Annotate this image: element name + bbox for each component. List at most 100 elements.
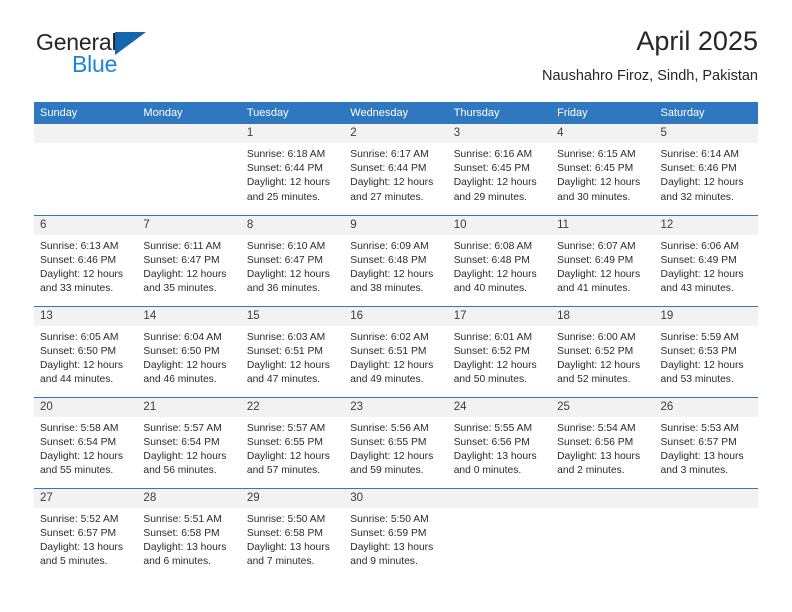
calendar-day-cell[interactable]: 4 Sunrise: 6:15 AM Sunset: 6:45 PM Daylight…	[551, 124, 655, 215]
day-number: 12	[654, 215, 758, 235]
calendar-day-cell[interactable]: 29 Sunrise: 5:50 AM Sunset: 6:58 PM Dayligh…	[240, 487, 345, 579]
sunrise-text: Sunrise: 5:58 AM	[40, 422, 119, 434]
day-number: 5	[654, 124, 758, 143]
page-title: April 2025	[636, 26, 758, 56]
sunset-text: Sunset: 6:54 PM	[40, 436, 117, 448]
day-number	[551, 488, 655, 508]
calendar-day-cell[interactable]: 12 Sunrise: 6:06 AM Sunset: 6:49 PM Dayligh…	[654, 214, 758, 306]
general-blue-logo[interactable]: General Blue	[36, 30, 226, 84]
calendar-week-row: 20 Sunrise: 5:58 AM Sunset: 6:54 PM Dayligh…	[34, 396, 758, 488]
calendar-day-cell[interactable]: 10 Sunrise: 6:08 AM Sunset: 6:48 PM Dayligh…	[447, 214, 552, 306]
sunrise-text: Sunrise: 5:57 AM	[143, 422, 222, 434]
calendar-day-cell[interactable]: 28 Sunrise: 5:51 AM Sunset: 6:58 PM Dayligh…	[137, 487, 241, 579]
calendar-day-cell[interactable]: 27 Sunrise: 5:52 AM Sunset: 6:57 PM Dayligh…	[34, 487, 138, 580]
sunset-text: Sunset: 6:51 PM	[246, 345, 323, 357]
sunset-text: Sunset: 6:48 PM	[453, 254, 530, 266]
day-cell-content: 7 Sunrise: 6:11 AM Sunset: 6:47 PM Daylight…	[137, 215, 241, 306]
day-number: 30	[344, 488, 448, 508]
calendar-day-cell[interactable]: 5 Sunrise: 6:14 AM Sunset: 6:46 PM Daylight…	[654, 124, 758, 215]
day-cell-content: 6 Sunrise: 6:13 AM Sunset: 6:46 PM Daylight…	[34, 215, 138, 306]
calendar-day-cell[interactable]: 17 Sunrise: 6:01 AM Sunset: 6:52 PM Dayligh…	[447, 305, 552, 397]
sunrise-text: Sunrise: 5:53 AM	[660, 422, 739, 434]
calendar-day-cell[interactable]: 21 Sunrise: 5:57 AM Sunset: 6:54 PM Dayligh…	[137, 396, 241, 488]
day-cell-content: 1 Sunrise: 6:18 AM Sunset: 6:44 PM Daylight…	[240, 124, 345, 215]
calendar-day-cell[interactable]: 16 Sunrise: 6:02 AM Sunset: 6:51 PM Dayligh…	[344, 305, 448, 397]
sunset-text: Sunset: 6:56 PM	[557, 436, 634, 448]
sunset-text: Sunset: 6:46 PM	[660, 163, 737, 175]
calendar-day-cell[interactable]: 26 Sunrise: 5:53 AM Sunset: 6:57 PM Dayligh…	[654, 396, 758, 488]
calendar-day-cell[interactable]: 19 Sunrise: 5:59 AM Sunset: 6:53 PM Dayligh…	[654, 305, 758, 397]
day-cell-content: 30 Sunrise: 5:50 AM Sunset: 6:59 PM Dayligh…	[344, 488, 448, 580]
day-sun-info: Sunrise: 6:13 AM Sunset: 6:46 PM Daylight:…	[34, 235, 137, 297]
sunrise-text: Sunrise: 6:17 AM	[350, 149, 429, 160]
sunrise-text: Sunrise: 6:16 AM	[453, 149, 533, 160]
daylight-text: Daylight: 13 hours and 3 minutes.	[660, 450, 744, 477]
day-cell-content: 20 Sunrise: 5:58 AM Sunset: 6:54 PM Dayligh…	[34, 397, 138, 488]
calendar-day-cell[interactable]: 25 Sunrise: 5:54 AM Sunset: 6:56 PM Dayligh…	[551, 396, 655, 488]
day-cell-content: 3 Sunrise: 6:16 AM Sunset: 6:45 PM Daylight…	[447, 124, 552, 215]
calendar-day-cell[interactable]: 18 Sunrise: 6:00 AM Sunset: 6:52 PM Dayligh…	[551, 305, 655, 397]
day-sun-info: Sunrise: 6:15 AM Sunset: 6:45 PM Daylight:…	[551, 143, 654, 205]
day-number: 1	[240, 124, 345, 143]
calendar-day-cell[interactable]: 7 Sunrise: 6:11 AM Sunset: 6:47 PM Daylight…	[137, 214, 241, 306]
triangle-icon	[115, 32, 147, 55]
daylight-text: Daylight: 12 hours and 56 minutes.	[143, 450, 227, 477]
calendar-empty-cell	[34, 124, 138, 215]
day-number: 17	[447, 306, 552, 326]
day-sun-info: Sunrise: 5:53 AM Sunset: 6:57 PM Daylight:…	[655, 417, 758, 479]
calendar-day-cell[interactable]: 15 Sunrise: 6:03 AM Sunset: 6:51 PM Dayligh…	[240, 305, 345, 397]
calendar-week-row: 6 Sunrise: 6:13 AM Sunset: 6:46 PM Daylight…	[34, 214, 758, 306]
calendar-day-cell[interactable]: 6 Sunrise: 6:13 AM Sunset: 6:46 PM Daylight…	[34, 214, 138, 306]
calendar-week-row: 13 Sunrise: 6:05 AM Sunset: 6:50 PM Dayligh…	[34, 305, 758, 397]
weekday-header-tuesday: Tuesday	[240, 102, 345, 124]
calendar-day-cell[interactable]: 30 Sunrise: 5:50 AM Sunset: 6:59 PM Dayligh…	[344, 487, 448, 580]
day-number: 2	[344, 124, 448, 143]
day-sun-info: Sunrise: 6:04 AM Sunset: 6:50 PM Daylight:…	[137, 326, 240, 388]
day-number	[34, 124, 138, 143]
sunrise-text: Sunrise: 6:03 AM	[246, 331, 326, 343]
sunset-text: Sunset: 6:53 PM	[660, 345, 737, 357]
day-sun-info: Sunrise: 5:51 AM Sunset: 6:58 PM Daylight:…	[137, 508, 240, 570]
day-sun-info: Sunrise: 6:00 AM Sunset: 6:52 PM Daylight:…	[551, 326, 654, 388]
sunrise-text: Sunrise: 6:08 AM	[453, 240, 533, 252]
day-cell-content: 4 Sunrise: 6:15 AM Sunset: 6:45 PM Daylight…	[551, 124, 655, 215]
calendar-day-cell[interactable]: 24 Sunrise: 5:55 AM Sunset: 6:56 PM Dayligh…	[447, 396, 552, 488]
day-sun-info: Sunrise: 6:17 AM Sunset: 6:44 PM Daylight:…	[344, 143, 447, 205]
daylight-text: Daylight: 12 hours and 30 minutes.	[557, 177, 641, 203]
day-number: 9	[344, 215, 448, 235]
day-cell-content: 9 Sunrise: 6:09 AM Sunset: 6:48 PM Daylight…	[344, 215, 448, 306]
sunrise-text: Sunrise: 5:59 AM	[660, 331, 739, 343]
calendar-day-cell[interactable]: 8 Sunrise: 6:10 AM Sunset: 6:47 PM Daylight…	[240, 214, 345, 306]
daylight-text: Daylight: 12 hours and 59 minutes.	[350, 450, 434, 477]
day-cell-content: 22 Sunrise: 5:57 AM Sunset: 6:55 PM Dayligh…	[240, 397, 345, 488]
sunrise-text: Sunrise: 5:50 AM	[350, 513, 429, 525]
day-cell-content: 11 Sunrise: 6:07 AM Sunset: 6:49 PM Dayligh…	[551, 215, 655, 306]
day-number: 14	[137, 306, 241, 326]
calendar-day-cell[interactable]: 3 Sunrise: 6:16 AM Sunset: 6:45 PM Daylight…	[447, 124, 552, 215]
day-number: 25	[551, 397, 655, 417]
daylight-text: Daylight: 13 hours and 7 minutes.	[246, 541, 330, 568]
calendar-day-cell[interactable]: 1 Sunrise: 6:18 AM Sunset: 6:44 PM Daylight…	[240, 124, 345, 215]
day-number	[137, 124, 241, 143]
calendar-day-cell[interactable]: 22 Sunrise: 5:57 AM Sunset: 6:55 PM Dayligh…	[240, 396, 345, 488]
daylight-text: Daylight: 12 hours and 25 minutes.	[246, 177, 330, 203]
daylight-text: Daylight: 13 hours and 2 minutes.	[557, 450, 641, 477]
calendar-day-cell[interactable]: 2 Sunrise: 6:17 AM Sunset: 6:44 PM Daylight…	[344, 124, 448, 215]
sunset-text: Sunset: 6:56 PM	[453, 436, 530, 448]
calendar-day-cell[interactable]: 11 Sunrise: 6:07 AM Sunset: 6:49 PM Dayligh…	[551, 214, 655, 306]
day-sun-info: Sunrise: 6:06 AM Sunset: 6:49 PM Daylight:…	[655, 235, 758, 297]
day-cell-content	[551, 488, 655, 580]
sunset-text: Sunset: 6:50 PM	[143, 345, 220, 357]
sunrise-text: Sunrise: 6:11 AM	[143, 240, 222, 252]
calendar-day-cell[interactable]: 20 Sunrise: 5:58 AM Sunset: 6:54 PM Dayligh…	[34, 396, 138, 488]
sunrise-text: Sunrise: 5:52 AM	[40, 513, 119, 525]
calendar-day-cell[interactable]: 13 Sunrise: 6:05 AM Sunset: 6:50 PM Dayligh…	[34, 305, 138, 397]
daylight-text: Daylight: 12 hours and 27 minutes.	[350, 177, 434, 203]
day-cell-content: 21 Sunrise: 5:57 AM Sunset: 6:54 PM Dayligh…	[137, 397, 241, 488]
calendar-day-cell[interactable]: 9 Sunrise: 6:09 AM Sunset: 6:48 PM Daylight…	[344, 214, 448, 306]
calendar-day-cell[interactable]: 14 Sunrise: 6:04 AM Sunset: 6:50 PM Dayligh…	[137, 305, 241, 397]
daylight-text: Daylight: 12 hours and 44 minutes.	[40, 359, 123, 386]
calendar-day-cell[interactable]: 23 Sunrise: 5:56 AM Sunset: 6:55 PM Dayligh…	[344, 396, 448, 488]
day-cell-content: 27 Sunrise: 5:52 AM Sunset: 6:57 PM Dayligh…	[34, 488, 138, 580]
weekday-header-sunday: Sunday	[34, 102, 138, 124]
